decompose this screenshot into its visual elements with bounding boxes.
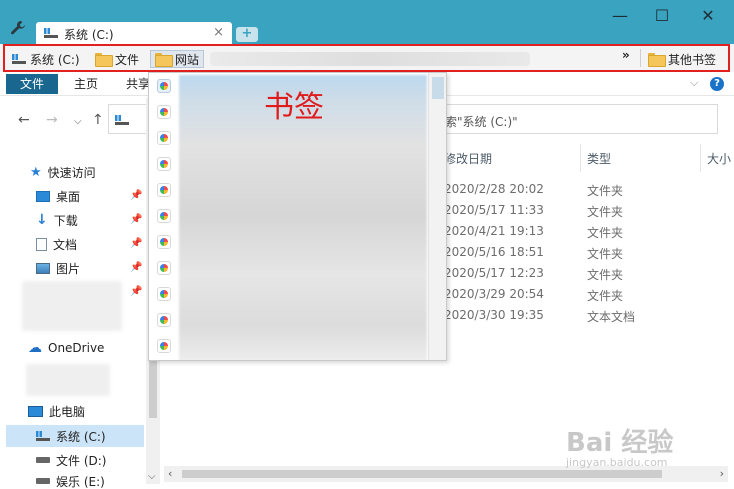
star-icon: ★ — [30, 164, 42, 180]
computer-icon — [28, 405, 43, 417]
bookmarks-bar-highlight — [3, 44, 730, 72]
row-modified-date[interactable]: 2020/4/21 19:13 — [444, 224, 544, 238]
bookmark-favicon-icon[interactable] — [157, 287, 171, 301]
tab-system-c[interactable]: 系统 (C:) × — [36, 22, 232, 44]
redacted-nav-item — [22, 281, 122, 331]
drive-icon — [36, 431, 50, 441]
tab-title: 系统 (C:) — [64, 28, 114, 42]
drive-icon — [36, 457, 50, 463]
scrollbar-thumb[interactable] — [432, 77, 444, 99]
bookmark-favicon-icon[interactable] — [157, 235, 171, 249]
minimize-button[interactable]: — — [610, 6, 630, 26]
dropdown-scrollbar[interactable] — [428, 73, 446, 360]
row-modified-date[interactable]: 2020/5/17 12:23 — [444, 266, 544, 280]
row-modified-date[interactable]: 2020/3/30 19:35 — [444, 308, 544, 322]
bookmark-favicon-icon[interactable] — [157, 105, 171, 119]
nav-label: 快速访问 — [47, 165, 96, 180]
row-modified-date[interactable]: 2020/5/17 11:33 — [444, 203, 544, 217]
up-button[interactable]: ↑ — [92, 112, 104, 128]
nav-drive-e[interactable]: 娱乐 (E:) — [36, 474, 105, 488]
nav-drive-d[interactable]: 文件 (D:) — [36, 450, 106, 470]
bookmark-favicon-icon[interactable] — [157, 261, 171, 275]
column-header-size[interactable]: 大小 — [707, 150, 731, 167]
nav-item-desktop[interactable]: 桌面 — [36, 186, 80, 206]
tab-close-icon[interactable]: × — [213, 25, 224, 40]
pin-icon: 📌 — [130, 262, 143, 273]
pin-icon: 📌 — [130, 286, 143, 297]
nav-item-downloads[interactable]: ↓ 下载 — [36, 210, 78, 230]
nav-label: 文件 (D:) — [56, 453, 107, 468]
ribbon-collapse-icon[interactable]: ⌵ — [690, 76, 698, 90]
watermark-url: jingyan.baidu.com — [566, 456, 668, 469]
scroll-right-icon[interactable]: › — [720, 467, 724, 480]
nav-drive-c[interactable]: 系统 (C:) — [36, 426, 106, 446]
pin-icon: 📌 — [130, 238, 143, 249]
row-type[interactable]: 文件夹 — [587, 245, 623, 262]
help-icon[interactable]: ? — [710, 77, 724, 91]
redacted-nav-item — [26, 364, 110, 396]
pin-icon: 📌 — [130, 190, 143, 201]
drive-icon — [36, 478, 50, 484]
nav-label: 此电脑 — [49, 404, 86, 419]
close-button[interactable]: ✕ — [698, 6, 718, 26]
search-input[interactable]: 索"系统 (C:)" — [432, 104, 718, 134]
bookmark-favicon-icon[interactable] — [157, 313, 171, 327]
nav-item-documents[interactable]: 文档 — [36, 234, 77, 254]
row-modified-date[interactable]: 2020/5/16 18:51 — [444, 245, 544, 259]
baidu-watermark: Bai 经验 — [566, 428, 674, 458]
forward-button[interactable]: → — [46, 112, 58, 128]
picture-icon — [36, 262, 50, 274]
bookmarks-annotation: 书签 — [264, 90, 324, 125]
bookmark-favicon-icon[interactable] — [157, 131, 171, 145]
row-type[interactable]: 文件夹 — [587, 287, 623, 304]
pin-icon: 📌 — [130, 214, 143, 225]
nav-this-pc[interactable]: 此电脑 — [28, 401, 85, 421]
row-type[interactable]: 文件夹 — [587, 224, 623, 241]
row-type[interactable]: 文件夹 — [587, 182, 623, 199]
search-placeholder: 索"系统 (C:)" — [445, 115, 518, 129]
bookmark-favicon-icon[interactable] — [157, 209, 171, 223]
column-divider[interactable] — [700, 144, 701, 172]
maximize-button[interactable]: ☐ — [652, 6, 672, 26]
document-icon — [36, 237, 47, 251]
recent-locations-button[interactable]: ⌵ — [74, 116, 82, 127]
row-modified-date[interactable]: 2020/2/28 20:02 — [444, 182, 544, 196]
drive-icon — [115, 115, 129, 125]
new-tab-button[interactable]: + — [236, 27, 258, 42]
row-modified-date[interactable]: 2020/3/29 20:54 — [444, 287, 544, 301]
row-type[interactable]: 文本文档 — [587, 308, 635, 325]
row-type[interactable]: 文件夹 — [587, 266, 623, 283]
column-header-modified[interactable]: 修改日期 — [444, 150, 492, 167]
nav-label: OneDrive — [48, 341, 105, 355]
scrollbar-thumb[interactable] — [182, 470, 662, 478]
bookmark-favicon-icon[interactable] — [157, 79, 171, 93]
bookmark-favicon-icon[interactable] — [157, 339, 171, 353]
column-header-type[interactable]: 类型 — [587, 150, 611, 167]
nav-label: 图片 — [56, 261, 81, 276]
bookmark-favicon-icon[interactable] — [157, 157, 171, 171]
nav-label: 下载 — [53, 213, 78, 228]
address-bar[interactable] — [108, 104, 148, 134]
desktop-icon — [36, 190, 50, 202]
download-icon: ↓ — [36, 212, 48, 228]
nav-label: 系统 (C:) — [56, 429, 106, 444]
nav-quick-access[interactable]: ★ 快速访问 — [30, 162, 96, 182]
back-button[interactable]: ← — [18, 112, 30, 128]
cloud-icon: ☁ — [28, 340, 42, 356]
nav-label: 文档 — [53, 237, 78, 252]
nav-label: 桌面 — [56, 189, 81, 204]
ribbon-tab-file[interactable]: 文件 — [6, 74, 58, 94]
wrench-icon[interactable] — [10, 20, 26, 36]
drive-icon — [44, 28, 58, 38]
bookmark-favicon-icon[interactable] — [157, 183, 171, 197]
nav-label: 娱乐 (E:) — [56, 474, 105, 489]
nav-onedrive[interactable]: ☁ OneDrive — [28, 338, 104, 358]
scroll-left-icon[interactable]: ‹ — [168, 467, 172, 480]
scroll-down-icon[interactable]: ⌵ — [148, 471, 156, 482]
row-type[interactable]: 文件夹 — [587, 203, 623, 220]
column-divider[interactable] — [580, 144, 581, 172]
nav-item-pictures[interactable]: 图片 — [36, 258, 80, 278]
ribbon-tab-home[interactable]: 主页 — [66, 74, 106, 94]
